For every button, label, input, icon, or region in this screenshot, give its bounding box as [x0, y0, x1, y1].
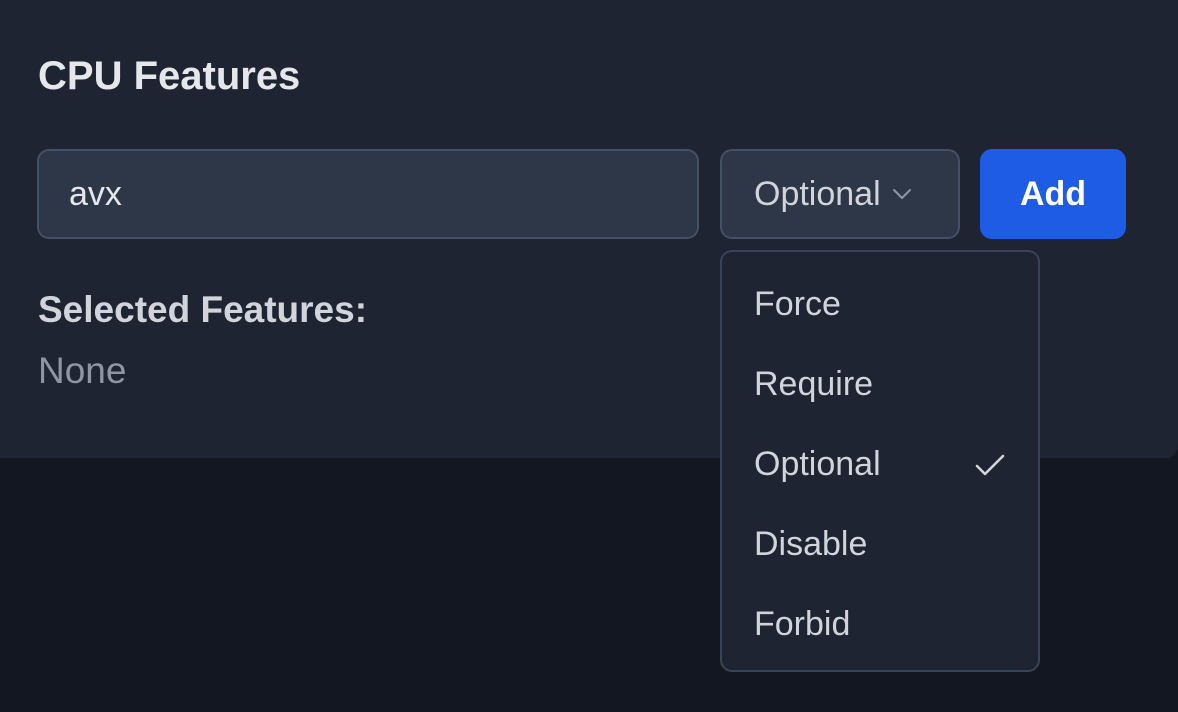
menu-item-force[interactable]: Force — [722, 264, 1038, 344]
menu-item-label: Optional — [754, 444, 881, 483]
chevron-down-icon — [891, 183, 913, 205]
menu-item-forbid[interactable]: Forbid — [722, 584, 1038, 664]
menu-item-disable[interactable]: Disable — [722, 504, 1038, 584]
section-title: CPU Features — [38, 54, 301, 98]
selected-features-value: None — [38, 350, 127, 391]
menu-item-label: Forbid — [754, 604, 851, 643]
check-icon — [974, 450, 1006, 478]
selected-features-label: Selected Features: — [38, 289, 368, 330]
feature-name-input[interactable] — [37, 149, 699, 239]
mode-dropdown-menu: Force Require Optional Disable Forbid — [720, 250, 1040, 672]
menu-item-label: Require — [754, 364, 874, 403]
menu-item-require[interactable]: Require — [722, 344, 1038, 424]
mode-select-value: Optional — [754, 174, 881, 213]
add-button[interactable]: Add — [980, 149, 1126, 239]
page: CPU Features Optional Add Selected Featu… — [0, 0, 1178, 712]
menu-item-optional[interactable]: Optional — [722, 424, 1038, 504]
menu-item-label: Disable — [754, 524, 868, 563]
menu-item-label: Force — [754, 284, 841, 323]
mode-select[interactable]: Optional — [720, 149, 960, 239]
